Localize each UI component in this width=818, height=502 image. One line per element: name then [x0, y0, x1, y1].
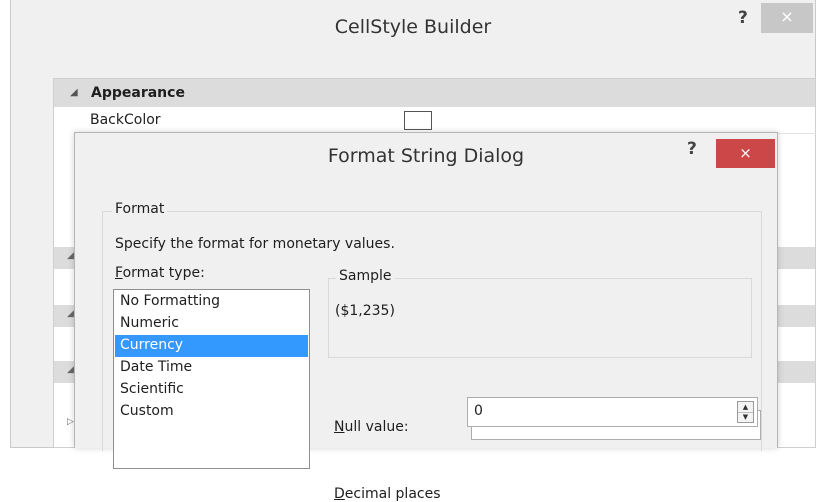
decimal-places-value[interactable]: 0 — [474, 403, 483, 419]
help-button[interactable]: ? — [687, 139, 697, 159]
sample-groupbox: Sample ($1,235) — [328, 268, 752, 358]
collapse-arrow-icon[interactable]: ◢ — [67, 365, 74, 375]
close-button[interactable]: × — [716, 139, 775, 168]
expand-arrow-icon[interactable]: ▷ — [67, 417, 74, 427]
sample-label: Sample — [336, 268, 395, 284]
decimal-places-label: Decimal places — [334, 486, 441, 502]
spin-down-icon[interactable]: ▼ — [738, 412, 753, 422]
collapse-arrow-icon[interactable]: ◢ — [67, 309, 74, 319]
decimal-places-stepper[interactable]: 0 ▲ ▼ — [467, 397, 758, 427]
list-item[interactable]: Custom — [115, 401, 308, 423]
help-button[interactable]: ? — [738, 8, 748, 28]
property-name: BackColor — [90, 112, 161, 128]
category-label: Appearance — [91, 85, 185, 101]
cellstyle-builder-dialog: CellStyle Builder ? × ◢ Appearance BackC… — [10, 0, 816, 502]
format-type-list[interactable]: No Formatting Numeric Currency Date Time… — [113, 289, 310, 469]
list-item[interactable]: Scientific — [115, 379, 308, 401]
list-item[interactable]: Numeric — [115, 313, 308, 335]
list-item[interactable]: No Formatting — [115, 291, 308, 313]
format-type-label: Format type: — [115, 265, 205, 281]
list-item[interactable]: Date Time — [115, 357, 308, 379]
null-value-label: Null value: — [334, 419, 409, 435]
dialog-title: Format String Dialog — [327, 145, 525, 167]
color-swatch[interactable] — [404, 111, 432, 130]
collapse-arrow-icon[interactable]: ◢ — [70, 79, 78, 107]
spin-buttons[interactable]: ▲ ▼ — [737, 401, 754, 423]
collapse-arrow-icon[interactable]: ◢ — [67, 251, 74, 261]
property-row-backcolor[interactable]: BackColor — [80, 107, 816, 134]
list-item-selected[interactable]: Currency — [115, 335, 308, 357]
format-string-dialog: Format String Dialog ? × Format Specify … — [74, 132, 778, 502]
group-label: Format — [112, 201, 168, 217]
close-button[interactable]: × — [761, 3, 813, 33]
dialog-title: CellStyle Builder — [334, 16, 492, 38]
sample-value: ($1,235) — [335, 303, 395, 319]
format-description: Specify the format for monetary values. — [115, 236, 395, 252]
category-appearance[interactable]: ◢ Appearance — [54, 79, 815, 107]
